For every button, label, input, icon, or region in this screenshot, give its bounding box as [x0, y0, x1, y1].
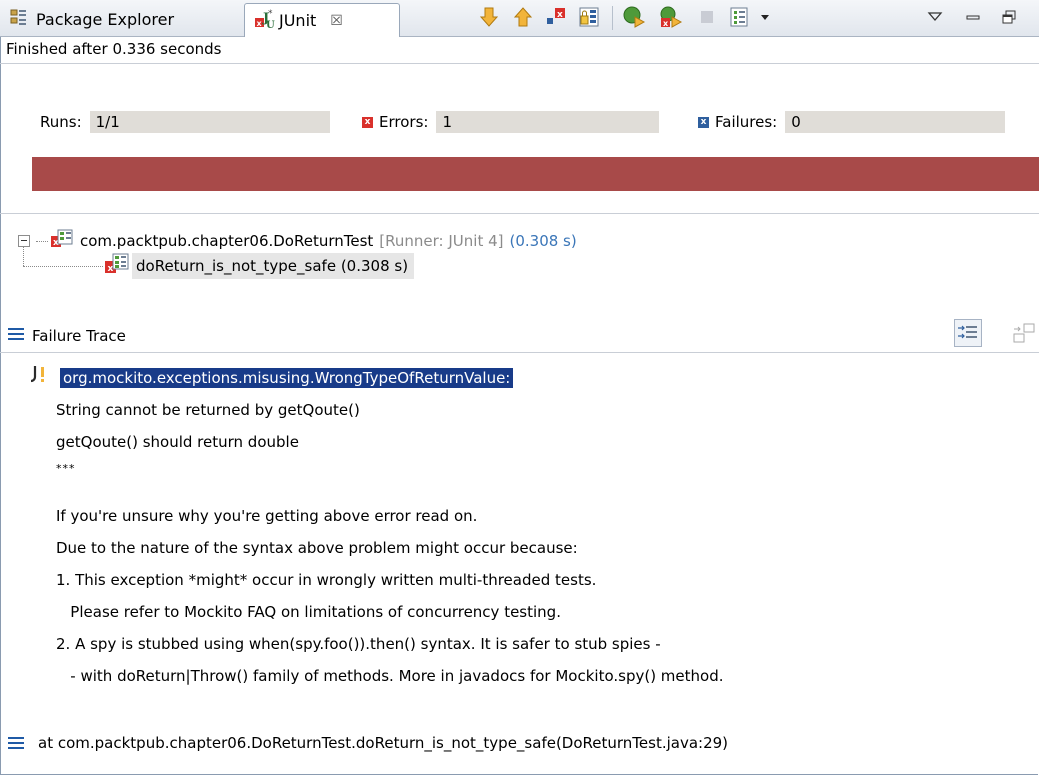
divider: [0, 352, 1039, 353]
svg-text:x: x: [257, 19, 263, 28]
divider: [0, 213, 1039, 214]
svg-text:*: *: [268, 9, 273, 19]
filter-stack-icon: [958, 325, 977, 339]
trace-line[interactable]: 2. A spy is stubbed using when(spy.foo()…: [56, 635, 661, 653]
errors-counter: x Errors: 1: [362, 111, 660, 133]
test-suite-node[interactable]: x com.packtpub.chapter06.DoReturnTest [R…: [18, 228, 577, 254]
minimize-icon[interactable]: [960, 4, 986, 30]
tab-junit[interactable]: x J * U JUnit ☒: [244, 3, 400, 37]
trace-line[interactable]: org.mockito.exceptions.misusing.WrongTyp…: [60, 368, 514, 388]
rerun-test-icon[interactable]: [622, 4, 648, 30]
test-case-name: doReturn_is_not_type_safe (0.308 s): [132, 253, 415, 279]
scroll-lock-icon[interactable]: [576, 4, 602, 30]
failures-counter: x Failures: 0: [698, 111, 1006, 133]
close-tab-icon[interactable]: ☒: [330, 13, 343, 29]
failure-trace-header: Failure Trace: [32, 327, 126, 345]
stack-frame-line[interactable]: at com.packtpub.chapter06.DoReturnTest.d…: [38, 734, 728, 752]
test-suite-runner: [Runner: JUnit 4]: [379, 232, 504, 250]
trace-line[interactable]: Please refer to Mockito FAQ on limitatio…: [56, 603, 561, 621]
trace-line[interactable]: - with doReturn|Throw() family of method…: [56, 667, 723, 685]
divider: [0, 63, 1039, 64]
svg-text:x: x: [557, 10, 563, 20]
errors-value: 1: [436, 111, 660, 133]
errors-label: Errors:: [379, 113, 429, 131]
stack-trace-icon: [8, 328, 24, 340]
error-icon: x: [362, 116, 373, 128]
trace-line-selected: org.mockito.exceptions.misusing.WrongTyp…: [60, 368, 514, 388]
collapse-toggle-icon[interactable]: [18, 235, 30, 247]
test-case-error-icon: x: [104, 252, 130, 280]
svg-text:U: U: [266, 20, 275, 30]
filter-stack-trace-button[interactable]: [954, 319, 982, 347]
runs-counter: Runs: 1/1: [40, 111, 330, 133]
failure-trace-title: Failure Trace: [32, 327, 126, 345]
trace-line[interactable]: 1. This exception *might* occur in wrong…: [56, 571, 596, 589]
trace-line[interactable]: String cannot be returned by getQoute(): [56, 401, 360, 419]
tab-package-explorer[interactable]: Package Explorer: [6, 3, 182, 35]
stack-frame-icon: [8, 737, 24, 749]
trace-line[interactable]: If you're unsure why you're getting abov…: [56, 507, 477, 525]
failure-icon: x: [698, 116, 709, 128]
rerun-failed-first-icon[interactable]: x: [658, 4, 684, 30]
test-progress-bar: [32, 157, 1039, 191]
maximize-icon[interactable]: [996, 4, 1022, 30]
failures-label: Failures:: [715, 113, 778, 131]
test-suite-name: com.packtpub.chapter06.DoReturnTest: [80, 232, 374, 250]
runs-label: Runs:: [40, 113, 82, 131]
compare-result-icon[interactable]: [1010, 321, 1036, 351]
trace-line[interactable]: ***: [56, 462, 76, 475]
trace-line[interactable]: Due to the nature of the syntax above pr…: [56, 539, 578, 557]
history-dropdown-icon[interactable]: [752, 4, 778, 30]
run-status-message: Finished after 0.336 seconds: [6, 40, 222, 58]
previous-failure-icon[interactable]: [510, 4, 536, 30]
show-failures-only-icon[interactable]: x: [543, 4, 569, 30]
exception-marker-icon: [30, 364, 50, 390]
test-case-node[interactable]: x doReturn_is_not_type_safe (0.308 s): [104, 252, 415, 280]
svg-text:x: x: [663, 19, 669, 28]
trace-line[interactable]: getQoute() should return double: [56, 433, 299, 451]
next-failure-icon[interactable]: [476, 4, 502, 30]
junit-icon: x J * U: [253, 8, 275, 34]
failures-value: 0: [785, 111, 1006, 133]
tab-junit-label: JUnit: [279, 11, 317, 30]
toolbar-separator: [612, 6, 613, 30]
stop-icon[interactable]: [694, 4, 720, 30]
dotted-connector: [36, 240, 48, 242]
view-menu-icon[interactable]: [922, 4, 948, 30]
tree-connector: [23, 266, 103, 267]
test-suite-error-icon: x: [50, 228, 74, 254]
test-history-icon[interactable]: [726, 4, 752, 30]
test-progress-fill: [32, 157, 1039, 191]
test-suite-time: (0.308 s): [509, 232, 577, 250]
tab-package-explorer-label: Package Explorer: [36, 9, 175, 29]
runs-value: 1/1: [89, 111, 330, 133]
view-tab-bar: Package Explorer x J * U JUnit ☒ x x: [0, 0, 1039, 37]
package-explorer-icon: [10, 8, 28, 30]
